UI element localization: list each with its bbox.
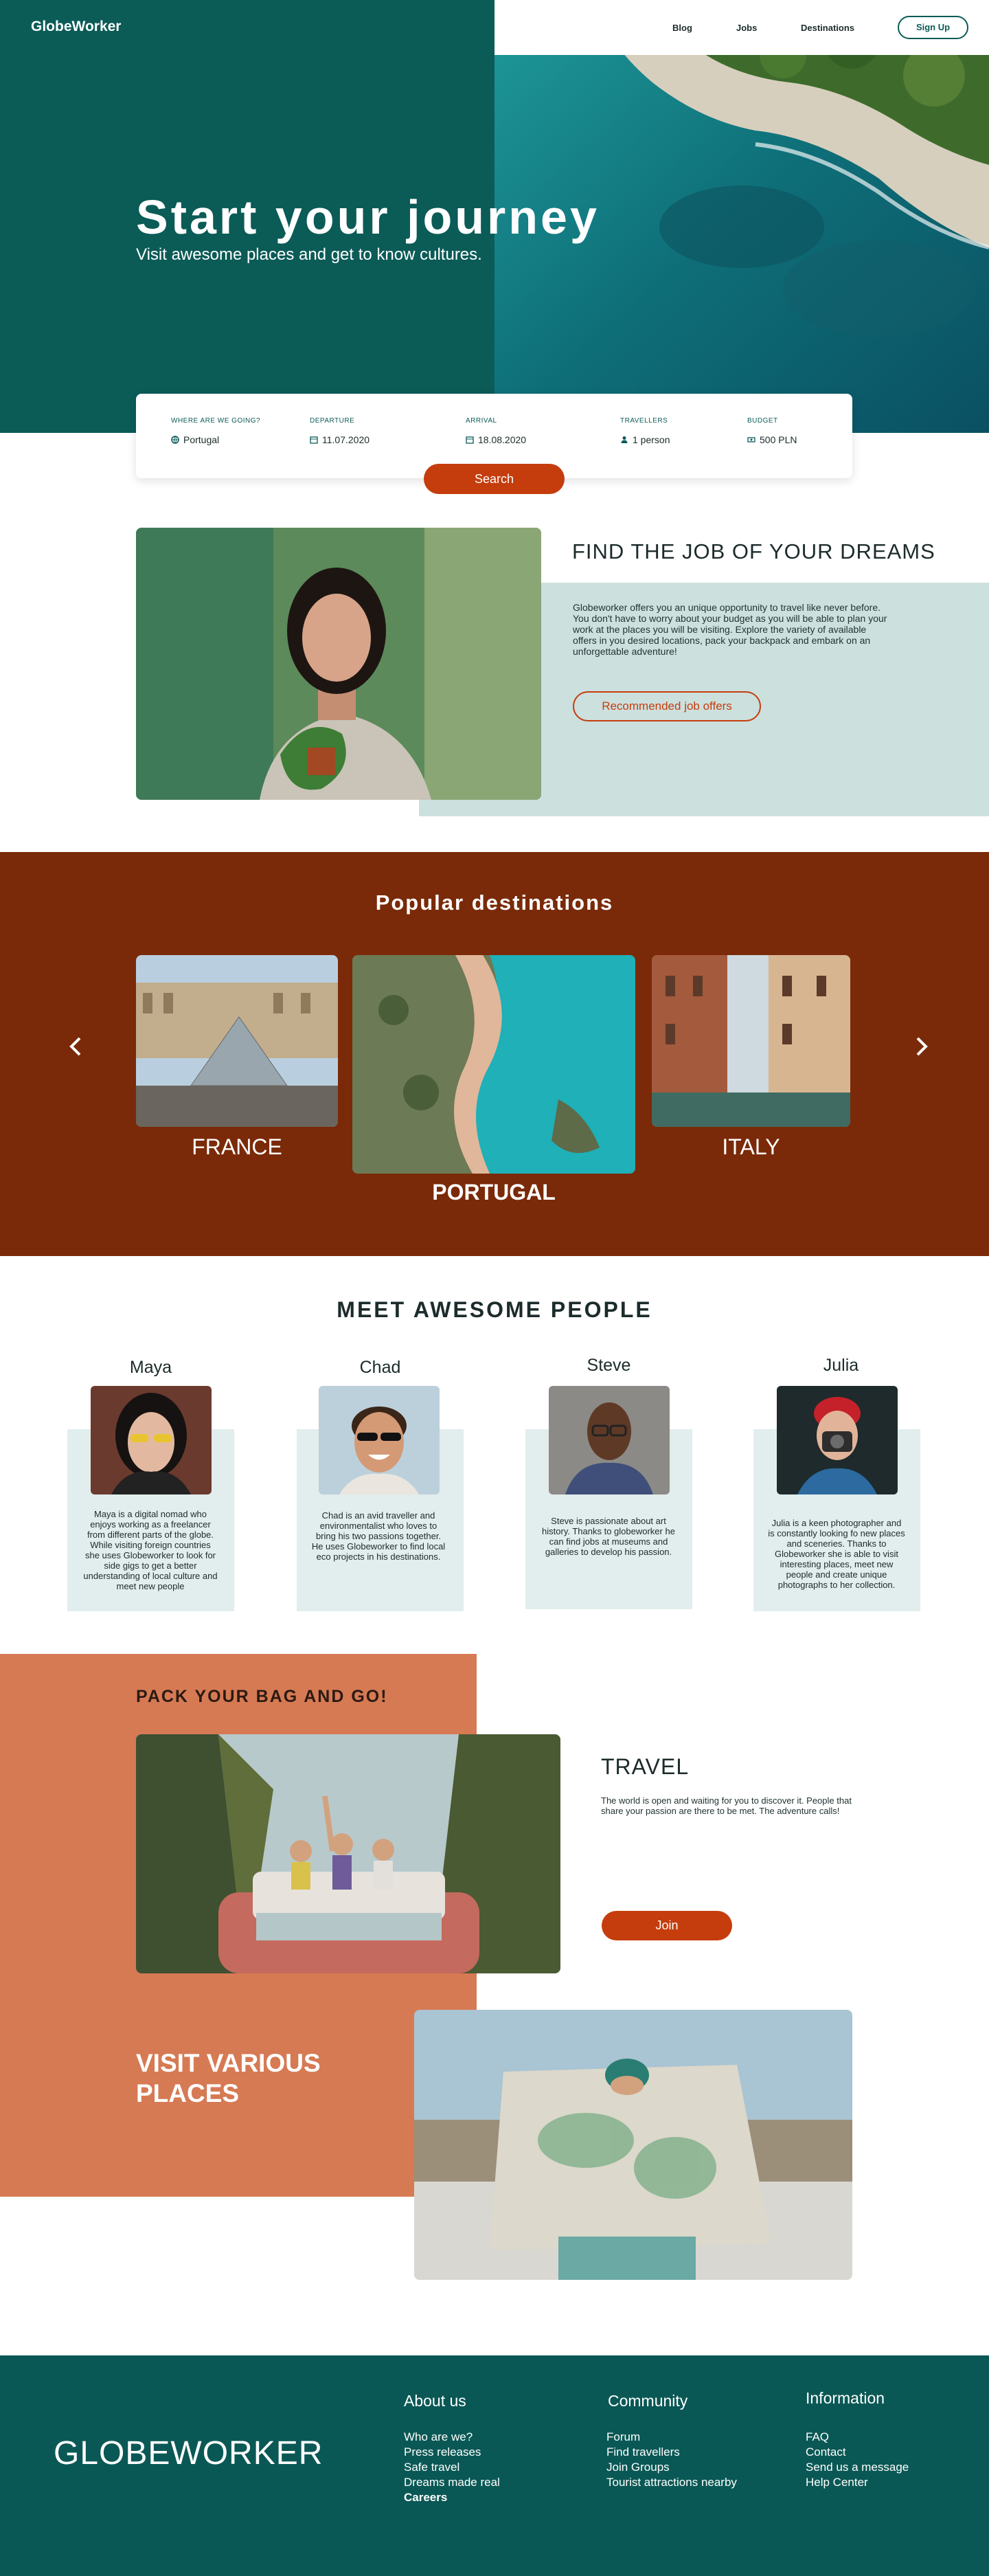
van-friends-photo: [136, 1734, 560, 1973]
join-button[interactable]: Join: [602, 1911, 732, 1940]
person-name: Maya: [129, 1358, 172, 1377]
travellers-value: 1 person: [633, 434, 670, 445]
budget-field[interactable]: 500 PLN: [747, 434, 797, 445]
job-woman-photo: [136, 528, 541, 800]
person-name: Chad: [359, 1358, 401, 1377]
footer-link[interactable]: Send us a message: [806, 2461, 909, 2474]
footer-link[interactable]: Tourist attractions nearby: [606, 2476, 737, 2489]
footer-link[interactable]: Safe travel: [404, 2461, 459, 2474]
chad-avatar[interactable]: [319, 1386, 440, 1494]
destination-italy-label[interactable]: ITALY: [652, 1134, 850, 1160]
departure-label: DEPARTURE: [310, 417, 355, 425]
budget-label: BUDGET: [747, 417, 778, 425]
recommended-jobs-button[interactable]: Recommended job offers: [573, 691, 761, 721]
person-description: Julia is a keen photographer and is cons…: [768, 1518, 905, 1590]
money-icon: [747, 437, 755, 443]
footer-link[interactable]: Careers: [404, 2491, 447, 2505]
person-name: Steve: [587, 1356, 631, 1375]
destination-france-label[interactable]: FRANCE: [136, 1134, 338, 1160]
person-icon: [621, 436, 628, 443]
destinations-title: Popular destinations: [375, 891, 614, 915]
departure-value: 11.07.2020: [322, 434, 370, 445]
footer-link[interactable]: Press releases: [404, 2445, 481, 2459]
hero-title: Start your journey: [136, 190, 600, 244]
travel-title: TRAVEL: [601, 1754, 690, 1779]
footer-link[interactable]: FAQ: [806, 2430, 829, 2444]
travellers-label: TRAVELLERS: [620, 417, 668, 425]
person-description: Steve is passionate about art history. T…: [542, 1516, 675, 1557]
footer-link[interactable]: Join Groups: [606, 2461, 670, 2474]
travel-text: The world is open and waiting for you to…: [601, 1795, 852, 1816]
brand-logo[interactable]: GlobeWorker: [31, 19, 121, 35]
footer-link[interactable]: Who are we?: [404, 2430, 473, 2444]
budget-value: 500 PLN: [760, 434, 797, 445]
search-button[interactable]: Search: [424, 464, 565, 494]
footer-about-heading: About us: [404, 2392, 466, 2410]
person-description: Chad is an avid traveller and environmen…: [311, 1510, 446, 1562]
travellers-field[interactable]: 1 person: [620, 434, 670, 445]
globe-icon: [171, 436, 179, 444]
nav-blog[interactable]: Blog: [672, 23, 692, 33]
footer-information-heading: Information: [806, 2389, 885, 2407]
hero-subtitle: Visit awesome places and get to know cul…: [136, 245, 482, 264]
carousel-next-icon[interactable]: [911, 1034, 931, 1059]
footer-link[interactable]: Forum: [606, 2430, 640, 2444]
carousel-prev-icon[interactable]: [66, 1034, 87, 1059]
departure-field[interactable]: 11.07.2020: [310, 434, 370, 445]
footer-link[interactable]: Dreams made real: [404, 2476, 500, 2489]
france-photo[interactable]: [136, 955, 338, 1127]
maya-avatar[interactable]: [91, 1386, 212, 1494]
footer-link[interactable]: Contact: [806, 2445, 846, 2459]
pack-section-title: PACK YOUR BAG AND GO!: [136, 1687, 388, 1706]
where-field[interactable]: Portugal: [171, 434, 219, 445]
footer-community-heading: Community: [608, 2392, 688, 2410]
people-section-title: MEET AWESOME PEOPLE: [337, 1297, 652, 1322]
signup-button[interactable]: Sign Up: [898, 16, 968, 39]
footer-link[interactable]: Help Center: [806, 2476, 868, 2489]
arrival-value: 18.08.2020: [478, 434, 527, 445]
arrival-field[interactable]: 18.08.2020: [466, 434, 526, 445]
portugal-photo[interactable]: [352, 955, 635, 1174]
person-name: Julia: [823, 1356, 859, 1375]
footer-logo[interactable]: GLOBEWORKER: [54, 2434, 323, 2472]
where-value: Portugal: [183, 434, 220, 445]
steve-avatar[interactable]: [549, 1386, 670, 1494]
where-label: WHERE ARE WE GOING?: [171, 417, 261, 425]
calendar-icon: [310, 436, 318, 444]
job-section-title: FIND THE JOB OF YOUR DREAMS: [572, 539, 935, 563]
arrival-label: ARRIVAL: [466, 417, 497, 425]
nav-destinations[interactable]: Destinations: [801, 23, 854, 33]
visit-places-title: VISIT VARIOUS PLACES: [136, 2049, 321, 2107]
italy-photo[interactable]: [652, 955, 850, 1127]
job-section-text: Globeworker offers you an unique opportu…: [573, 602, 887, 657]
woman-map-photo: [414, 2010, 852, 2280]
destination-portugal-label[interactable]: PORTUGAL: [352, 1180, 635, 1205]
nav-jobs[interactable]: Jobs: [736, 23, 757, 33]
person-description: Maya is a digital nomad who enjoys worki…: [83, 1509, 218, 1591]
julia-avatar[interactable]: [777, 1386, 898, 1494]
footer-link[interactable]: Find travellers: [606, 2445, 680, 2459]
calendar-icon: [466, 436, 474, 444]
